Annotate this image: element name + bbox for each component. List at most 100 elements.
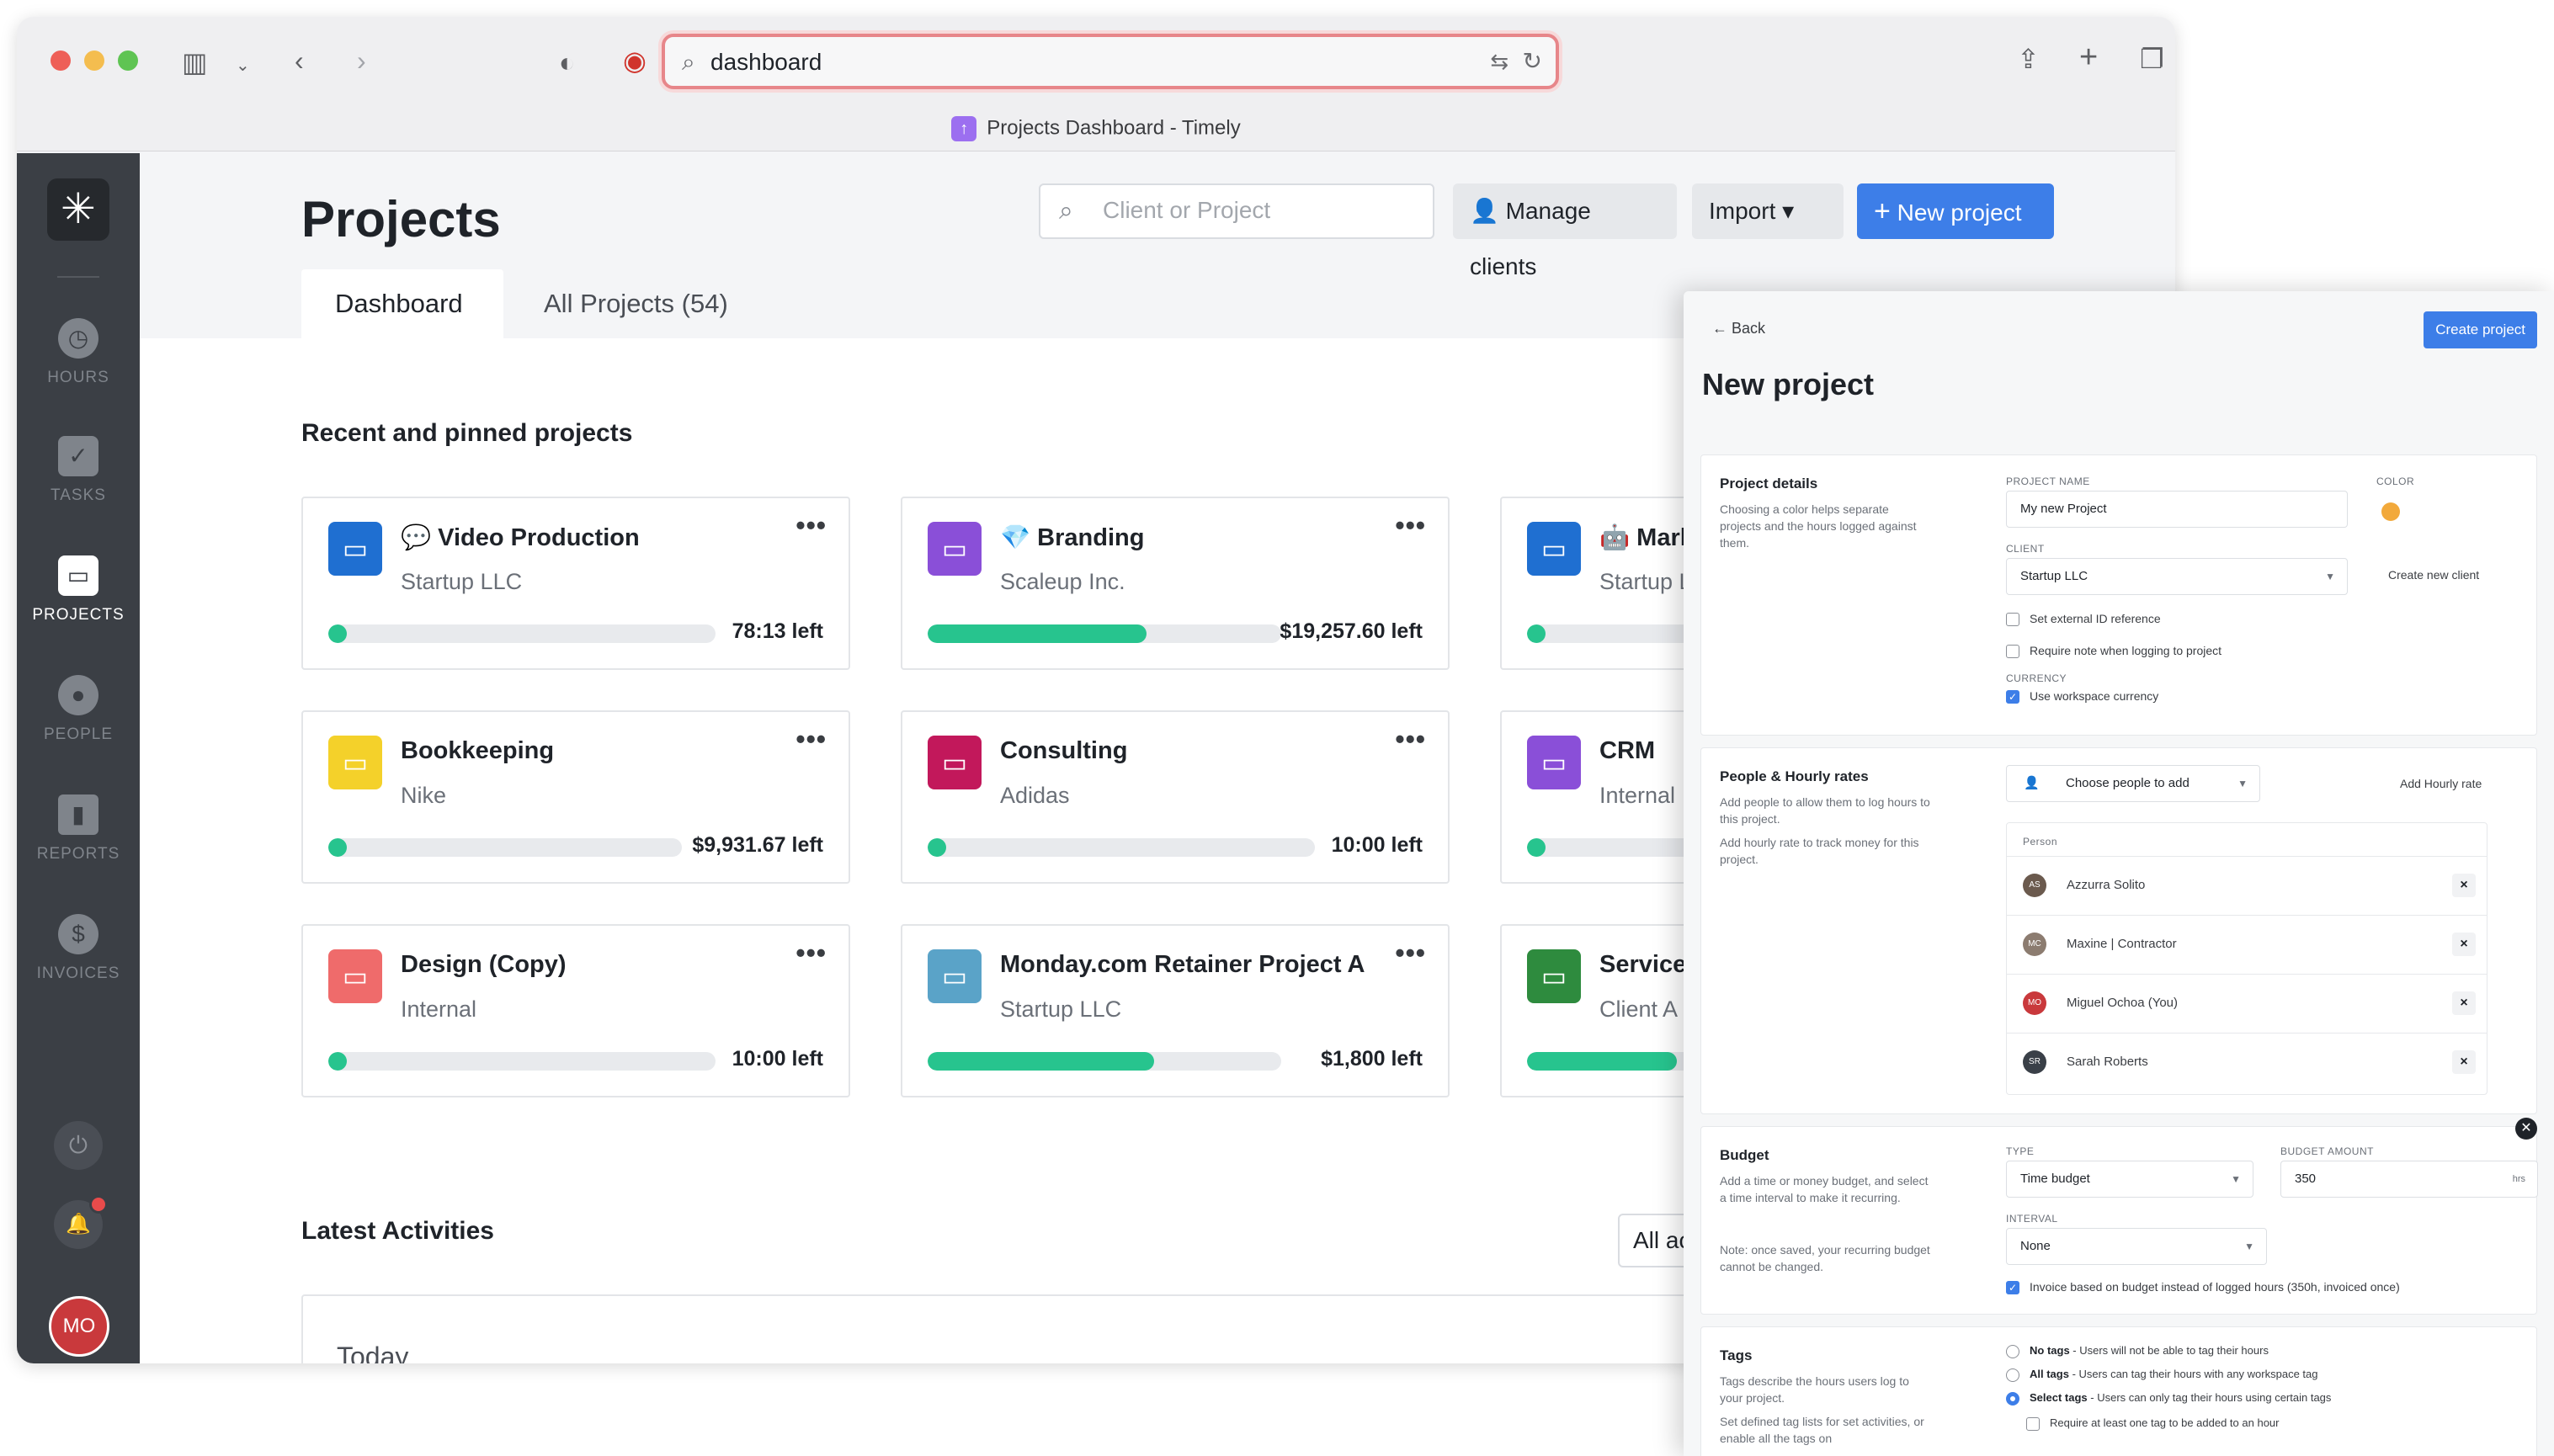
radio-button[interactable] [2006, 1368, 2019, 1382]
project-name: Bookkeeping [401, 737, 555, 764]
remove-person-icon[interactable]: × [2452, 874, 2476, 897]
checkbox-box[interactable] [2026, 1416, 2040, 1431]
sidebar-item-projects[interactable]: ▭ PROJECTS [17, 555, 140, 624]
more-options-icon[interactable]: ••• [1395, 510, 1426, 541]
timely-logo-icon[interactable]: ✳ [47, 178, 109, 241]
invoice-based-checkbox[interactable]: ✓ Invoice based on budget instead of logg… [2006, 1280, 2400, 1295]
dollar-icon: $ [58, 914, 98, 954]
project-name-input[interactable]: My new Project [2006, 491, 2348, 528]
search-input[interactable] [1103, 197, 1414, 224]
new-tab-icon[interactable]: + [2079, 41, 2098, 73]
tabs-overview-icon[interactable]: ❐ [2140, 45, 2164, 72]
radio-button[interactable] [2006, 1344, 2019, 1358]
sidebar-item-invoices[interactable]: $ INVOICES [17, 914, 140, 983]
project-card[interactable]: ▭ Monday.com Retainer Project A Startup LL… [901, 924, 1450, 1097]
choose-people-dropdown[interactable]: 👤 Choose people to add ▼ [2006, 765, 2260, 802]
budget-type-select[interactable]: Time budget ▼ [2006, 1161, 2253, 1198]
more-options-icon[interactable]: ••• [795, 938, 827, 969]
project-name: 💬 Video Production [401, 524, 640, 551]
sidebar-toggle-icon[interactable]: ▥ [182, 49, 207, 76]
sidebar-item-label: TASKS [51, 486, 106, 504]
manage-clients-button[interactable]: 👤 Manage clients [1453, 183, 1677, 279]
maximize-window-button[interactable] [118, 50, 138, 71]
project-client: Scaleup Inc. [1000, 569, 1125, 594]
tab-all-projects[interactable]: All Projects (54) [510, 269, 762, 338]
choose-people-label: Choose people to add [2066, 776, 2190, 790]
import-button[interactable]: Import ▾ [1692, 183, 1844, 239]
more-options-icon[interactable]: ••• [1395, 724, 1426, 755]
project-client: Startup LLC [1000, 996, 1122, 1022]
sidebar-item-reports[interactable]: ▮ REPORTS [17, 794, 140, 864]
checkbox-checked-icon[interactable]: ✓ [2006, 1281, 2019, 1295]
address-input[interactable] [710, 45, 1434, 79]
workspace-currency-checkbox[interactable]: ✓ Use workspace currency [2006, 689, 2158, 704]
back-button[interactable]: ← Back [1712, 320, 1765, 337]
minimize-window-button[interactable] [84, 50, 104, 71]
back-arrow-icon[interactable]: ‹ [295, 47, 304, 74]
address-bar[interactable]: ⌕ ⇆ ↻ [662, 34, 1559, 89]
interval-select[interactable]: None ▼ [2006, 1228, 2267, 1265]
client-select[interactable]: Startup LLC ▼ [2006, 558, 2348, 595]
person-column-header: Person [2023, 836, 2058, 848]
require-note-checkbox[interactable]: Require note when logging to project [2006, 644, 2221, 659]
all-tags-radio[interactable]: All tags - Users can tag their hours wit… [2006, 1368, 2318, 1382]
require-tag-checkbox[interactable]: Require at least one tag to be added to … [2026, 1416, 2279, 1431]
budget-unit: hrs [2512, 1174, 2525, 1184]
caret-down-icon: ▼ [2237, 778, 2248, 789]
avatar[interactable]: MO [49, 1296, 109, 1357]
avatar: SR [2023, 1050, 2046, 1074]
create-project-button[interactable]: Create project [2424, 311, 2537, 348]
project-card[interactable]: ▭ Design (Copy) Internal ••• 10:00 left [301, 924, 850, 1097]
sidebar-item-tasks[interactable]: ✓ TASKS [17, 436, 140, 505]
checkbox-box[interactable] [2006, 613, 2019, 627]
briefcase-icon: ▭ [328, 522, 382, 576]
sidebar-item-hours[interactable]: ◷ HOURS [17, 318, 140, 387]
section-description: Tags describe the hours users log to you… [1720, 1374, 1909, 1405]
tab-dashboard[interactable]: Dashboard [301, 269, 503, 338]
browser-tab[interactable]: ↑ Projects Dashboard - Timely [17, 116, 2175, 141]
budget-amount-input[interactable]: 350 hrs [2280, 1161, 2538, 1198]
project-card[interactable]: ▭ 💬 Video Production Startup LLC ••• 78:13 l… [301, 497, 850, 670]
budget-progress-bar [928, 624, 1281, 643]
password-manager-icon[interactable]: ◉ [623, 47, 646, 74]
new-project-button[interactable]: + New project [1857, 183, 2054, 239]
project-card[interactable]: ▭ Consulting Adidas ••• 10:00 left [901, 710, 1450, 884]
close-panel-icon[interactable]: ✕ [2515, 1118, 2537, 1140]
checkbox-box[interactable] [2006, 645, 2019, 659]
remove-person-icon[interactable]: × [2452, 991, 2476, 1015]
remove-person-icon[interactable]: × [2452, 933, 2476, 956]
chevron-down-icon[interactable]: ⌄ [236, 52, 250, 79]
budget-type-label: TYPE [2006, 1145, 2035, 1157]
close-window-button[interactable] [51, 50, 71, 71]
budget-progress-bar [928, 838, 1315, 857]
project-card[interactable]: ▭ Bookkeeping Nike ••• $9,931.67 left [301, 710, 850, 884]
more-options-icon[interactable]: ••• [795, 724, 827, 755]
budget-amount-value: 350 [2295, 1172, 2317, 1186]
share-icon[interactable]: ⇪ [2017, 45, 2040, 72]
shield-icon[interactable]: ◐ [559, 49, 575, 76]
plug-icon[interactable]: ⏻ [54, 1121, 103, 1170]
reload-icon[interactable]: ↻ [1523, 47, 1542, 75]
section-title: People & Hourly rates [1720, 768, 1869, 784]
budget-progress-fill [928, 624, 1147, 643]
project-search[interactable]: ⌕ [1039, 183, 1434, 239]
translate-icon[interactable]: ⇆ [1490, 49, 1508, 75]
project-card[interactable]: ▭ 💎 Branding Scaleup Inc. ••• $19,257.60 lef… [901, 497, 1450, 670]
project-client: Nike [401, 783, 447, 808]
add-hourly-rate-button[interactable]: Add Hourly rate [2400, 777, 2482, 790]
more-options-icon[interactable]: ••• [795, 510, 827, 541]
external-id-checkbox[interactable]: Set external ID reference [2006, 612, 2161, 627]
no-tags-radio[interactable]: No tags - Users will not be able to tag … [2006, 1344, 2269, 1358]
create-new-client-link[interactable]: Create new client [2388, 568, 2479, 582]
sidebar-item-people[interactable]: ● PEOPLE [17, 675, 140, 744]
select-tags-radio[interactable]: Select tags - Users can only tag their h… [2006, 1391, 2331, 1406]
checkbox-checked-icon[interactable]: ✓ [2006, 690, 2019, 704]
budget-remaining: $19,257.60 left [1280, 619, 1423, 643]
more-options-icon[interactable]: ••• [1395, 938, 1426, 969]
project-name: Monday.com Retainer Project A [1000, 951, 1365, 978]
color-picker-swatch[interactable] [2381, 502, 2400, 521]
radio-button-selected[interactable] [2006, 1391, 2019, 1406]
forward-arrow-icon[interactable]: › [357, 47, 366, 74]
remove-person-icon[interactable]: × [2452, 1050, 2476, 1074]
briefcase-icon: ▭ [928, 949, 982, 1003]
